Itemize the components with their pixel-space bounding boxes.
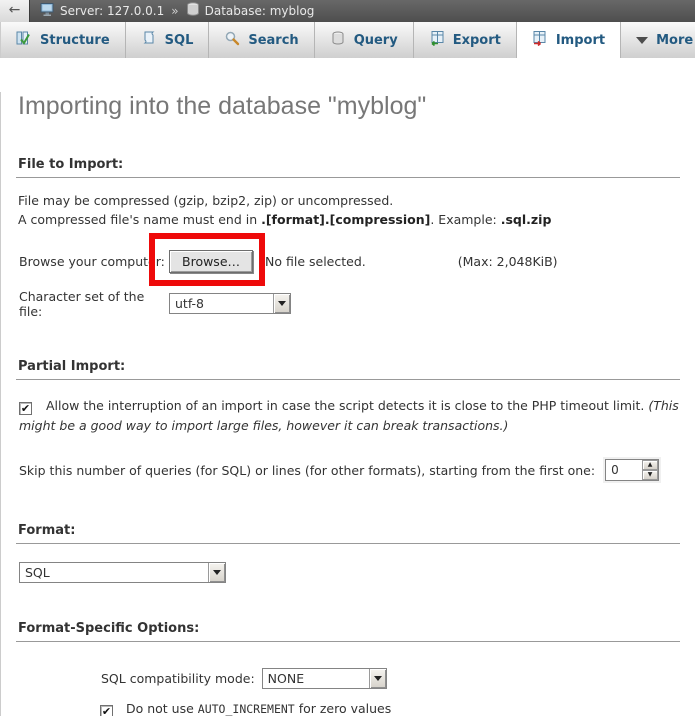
tab-query[interactable]: Query [315, 22, 414, 58]
auto-increment-prefix: Do not use [126, 701, 198, 716]
skip-queries-stepper[interactable]: 0 ▲ ▼ [605, 459, 659, 481]
back-button[interactable]: ← [0, 0, 30, 22]
browse-row: Browse your computer: Browse… No file se… [16, 250, 680, 273]
page-title: Importing into the database "myblog" [18, 92, 680, 121]
tab-import[interactable]: Import [517, 22, 621, 58]
tab-label: SQL [165, 33, 194, 48]
search-icon [224, 30, 240, 50]
sql-icon [141, 30, 157, 50]
example-extension: .sql.zip [501, 212, 552, 227]
charset-select[interactable]: utf-8 [169, 293, 291, 314]
tab-label: Search [248, 33, 298, 48]
charset-value: utf-8 [170, 296, 204, 311]
charset-row: Character set of the file: utf-8 [16, 289, 680, 319]
allow-interrupt-row: ✔ Allow the interruption of an import in… [16, 396, 680, 437]
dropdown-arrow-icon[interactable] [369, 669, 386, 688]
tab-structure[interactable]: Structure [1, 22, 126, 58]
structure-icon [16, 30, 32, 50]
auto-increment-row: ✔ Do not use AUTO_INCREMENT for zero val… [100, 701, 680, 716]
no-file-text: No file selected. [265, 254, 366, 269]
export-icon [429, 30, 445, 50]
stepper-down-icon[interactable]: ▼ [642, 470, 658, 480]
skip-queries-value: 0 [606, 460, 642, 480]
import-page: Importing into the database "myblog" Fil… [0, 92, 695, 716]
tab-label: Import [556, 33, 605, 48]
compression-info: File may be compressed (gzip, bzip2, zip… [16, 191, 680, 230]
max-upload-size: (Max: 2,048KiB) [458, 254, 558, 269]
tab-label: More [656, 33, 693, 48]
query-icon [330, 30, 346, 50]
skip-queries-label: Skip this number of queries (for SQL) or… [19, 463, 595, 478]
back-arrow-icon: ← [9, 2, 21, 18]
format-pattern: .[format].[compression] [261, 212, 430, 227]
dropdown-arrow-icon[interactable] [208, 563, 225, 582]
tab-bar: Structure SQL Search Query Export Import… [0, 22, 695, 58]
partial-import-heading: Partial Import: [16, 359, 680, 380]
dropdown-arrow-icon[interactable] [273, 294, 290, 313]
browse-label: Browse your computer: [19, 254, 169, 269]
stepper-up-icon[interactable]: ▲ [642, 460, 658, 470]
sql-compat-label: SQL compatibility mode: [101, 671, 255, 686]
checkmark-icon: ✔ [102, 705, 111, 716]
checkmark-icon: ✔ [21, 402, 30, 415]
tab-export[interactable]: Export [414, 22, 517, 58]
breadcrumb-server[interactable]: Server: 127.0.0.1 [60, 4, 164, 18]
compression-line2-mid: . Example: [430, 212, 500, 227]
skip-queries-row: Skip this number of queries (for SQL) or… [16, 459, 680, 481]
format-heading: Format: [16, 523, 680, 544]
breadcrumb-database[interactable]: Database: myblog [205, 4, 315, 18]
tab-label: Query [354, 33, 398, 48]
format-specific-heading: Format-Specific Options: [16, 621, 680, 642]
chevron-down-icon [636, 37, 648, 44]
format-row: SQL [16, 562, 680, 583]
browse-button[interactable]: Browse… [169, 250, 253, 273]
compression-line2-prefix: A compressed file's name must end in [18, 212, 261, 227]
tab-label: Structure [40, 33, 110, 48]
breadcrumb-separator: » [171, 4, 178, 18]
auto-increment-code: AUTO_INCREMENT [198, 702, 295, 716]
tab-search[interactable]: Search [209, 22, 314, 58]
auto-increment-checkbox[interactable]: ✔ [100, 705, 113, 716]
format-select[interactable]: SQL [19, 562, 226, 583]
tab-label: Export [453, 33, 501, 48]
server-icon [40, 2, 55, 20]
allow-interrupt-text: Allow the interruption of an import in c… [46, 398, 648, 413]
charset-label: Character set of the file: [19, 289, 169, 319]
breadcrumb-bar: ← Server: 127.0.0.1 » Database: myblog [0, 0, 695, 22]
auto-increment-suffix: for zero values [295, 701, 392, 716]
file-to-import-heading: File to Import: [16, 157, 680, 178]
tab-sql[interactable]: SQL [126, 22, 210, 58]
allow-interrupt-checkbox[interactable]: ✔ [19, 402, 32, 415]
compression-line1: File may be compressed (gzip, bzip2, zip… [18, 193, 393, 208]
sql-compat-select[interactable]: NONE [262, 668, 387, 689]
database-icon [186, 2, 200, 20]
sql-compat-value: NONE [263, 671, 304, 686]
sql-compat-row: SQL compatibility mode: NONE [101, 668, 680, 689]
format-value: SQL [20, 565, 50, 580]
import-icon [532, 30, 548, 50]
breadcrumb: Server: 127.0.0.1 » Database: myblog [40, 2, 314, 20]
tab-more[interactable]: More [621, 22, 695, 58]
